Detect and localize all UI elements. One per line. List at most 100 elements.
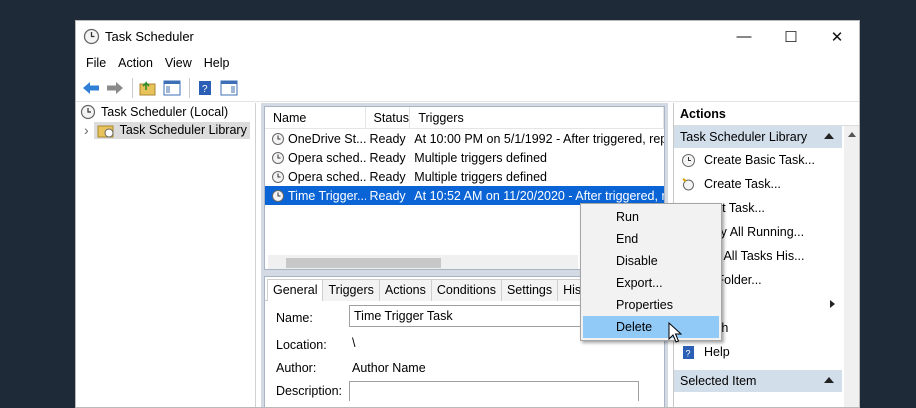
task-row[interactable]: Opera sched... Ready Multiple triggers d… <box>265 148 664 167</box>
console-tree: Task Scheduler (Local) › Task Scheduler … <box>76 103 256 407</box>
actions-section-library[interactable]: Task Scheduler Library <box>674 126 842 148</box>
context-delete[interactable]: Delete <box>583 316 719 338</box>
tree-library-label: Task Scheduler Library <box>119 123 247 137</box>
task-name: Time Trigger... <box>288 188 366 203</box>
forward-button[interactable] <box>104 77 126 99</box>
tab-actions[interactable]: Actions <box>378 279 432 301</box>
task-trigger: At 10:52 AM on 11/20/2020 - After trigge… <box>414 188 664 203</box>
task-name: OneDrive St... <box>288 131 366 146</box>
task-clock-icon <box>272 170 284 183</box>
back-arrow-icon <box>83 81 99 94</box>
tree-item-root[interactable]: Task Scheduler (Local) <box>76 103 255 121</box>
column-header-triggers[interactable]: Triggers <box>410 107 664 128</box>
task-list-header: Name Status Triggers <box>265 107 664 129</box>
close-button[interactable]: ✕ <box>814 21 859 52</box>
task-name: Opera sched... <box>288 150 366 165</box>
folder-up-icon <box>139 80 156 95</box>
context-export[interactable]: Export... <box>583 272 719 294</box>
mouse-pointer-icon <box>668 322 682 343</box>
create-task-icon <box>680 176 696 192</box>
show-action-pane-button[interactable] <box>218 77 240 99</box>
author-value: Author Name <box>352 361 426 375</box>
menu-file[interactable]: File <box>80 56 112 70</box>
task-name: Opera sched... <box>288 169 366 184</box>
task-scheduler-window: Task Scheduler — ☐ ✕ File Action View He… <box>75 20 860 408</box>
column-header-name[interactable]: Name <box>265 107 366 128</box>
context-disable[interactable]: Disable <box>583 250 719 272</box>
scroll-up-icon[interactable] <box>848 132 856 137</box>
scrollbar-thumb[interactable] <box>286 258 441 268</box>
menu-bar: File Action View Help <box>76 52 859 74</box>
task-clock-icon <box>272 151 284 164</box>
task-row[interactable]: OneDrive St... Ready At 10:00 PM on 5/1/… <box>265 129 664 148</box>
menu-view[interactable]: View <box>159 56 198 70</box>
section-title: Selected Item <box>680 374 757 388</box>
task-status: Ready <box>369 131 406 146</box>
context-end[interactable]: End <box>583 228 719 250</box>
task-status: Ready <box>369 188 406 203</box>
tab-triggers[interactable]: Triggers <box>322 279 380 301</box>
horizontal-scrollbar[interactable] <box>268 255 578 269</box>
context-run[interactable]: Run <box>583 206 719 228</box>
context-menu: Run End Disable Export... Properties Del… <box>580 203 722 341</box>
help-button[interactable]: ? <box>194 77 216 99</box>
window-title: Task Scheduler <box>105 29 194 44</box>
column-header-status[interactable]: Status <box>366 107 411 128</box>
action-create-basic-task[interactable]: Create Basic Task... <box>674 148 859 172</box>
toolbar-separator <box>189 77 190 98</box>
submenu-arrow-icon <box>830 300 835 308</box>
action-pane-icon <box>220 80 238 95</box>
show-tree-button[interactable] <box>161 77 183 99</box>
vertical-scrollbar[interactable] <box>844 126 859 407</box>
name-field[interactable]: Time Trigger Task <box>349 305 589 327</box>
forward-arrow-icon <box>107 81 123 94</box>
task-trigger: At 10:00 PM on 5/1/1992 - After triggere… <box>414 131 664 146</box>
tab-conditions[interactable]: Conditions <box>430 279 502 301</box>
back-button[interactable] <box>80 77 102 99</box>
maximize-button[interactable]: ☐ <box>768 21 814 52</box>
toolbar-separator <box>132 77 133 98</box>
tree-root-label: Task Scheduler (Local) <box>101 105 229 119</box>
collapse-icon[interactable] <box>824 377 834 383</box>
console-tree-icon <box>163 80 181 95</box>
help-book-icon: ? <box>199 80 211 95</box>
action-help[interactable]: ? Help <box>674 340 859 364</box>
action-label: Create Task... <box>704 177 781 191</box>
svg-text:?: ? <box>202 84 208 95</box>
tab-settings[interactable]: Settings <box>500 279 559 301</box>
context-properties[interactable]: Properties <box>583 294 719 316</box>
actions-header: Actions <box>674 103 859 126</box>
title-bar: Task Scheduler — ☐ ✕ <box>76 21 859 52</box>
actions-section-selected-item[interactable]: Selected Item <box>674 370 842 392</box>
create-basic-task-icon <box>680 152 696 168</box>
toolbar: ? <box>76 74 859 102</box>
action-create-task[interactable]: Create Task... <box>674 172 859 196</box>
tree-item-library[interactable]: › Task Scheduler Library <box>76 121 255 139</box>
task-clock-icon <box>272 132 284 145</box>
clock-icon <box>83 28 100 45</box>
svg-text:?: ? <box>685 348 690 358</box>
author-label: Author: <box>276 361 317 375</box>
section-title: Task Scheduler Library <box>680 130 808 144</box>
task-row[interactable]: Opera sched... Ready Multiple triggers d… <box>265 167 664 186</box>
description-label: Description: <box>276 384 342 398</box>
folder-clock-icon <box>97 125 114 137</box>
action-label: Help <box>704 345 730 359</box>
location-value: \ <box>352 336 356 350</box>
name-label: Name: <box>276 311 313 325</box>
up-folder-button[interactable] <box>137 77 159 99</box>
task-status: Ready <box>369 169 406 184</box>
menu-help[interactable]: Help <box>198 56 236 70</box>
tab-general[interactable]: General <box>267 279 324 301</box>
action-label: Create Basic Task... <box>704 153 815 167</box>
chevron-right-icon[interactable]: › <box>84 122 89 138</box>
task-trigger: Multiple triggers defined <box>414 169 548 184</box>
task-status: Ready <box>369 150 406 165</box>
clock-icon <box>80 104 96 120</box>
help-icon: ? <box>680 344 696 360</box>
task-clock-icon <box>272 189 284 202</box>
collapse-icon[interactable] <box>824 133 834 139</box>
menu-action[interactable]: Action <box>112 56 159 70</box>
description-field[interactable] <box>349 381 639 401</box>
minimize-button[interactable]: — <box>721 21 767 52</box>
